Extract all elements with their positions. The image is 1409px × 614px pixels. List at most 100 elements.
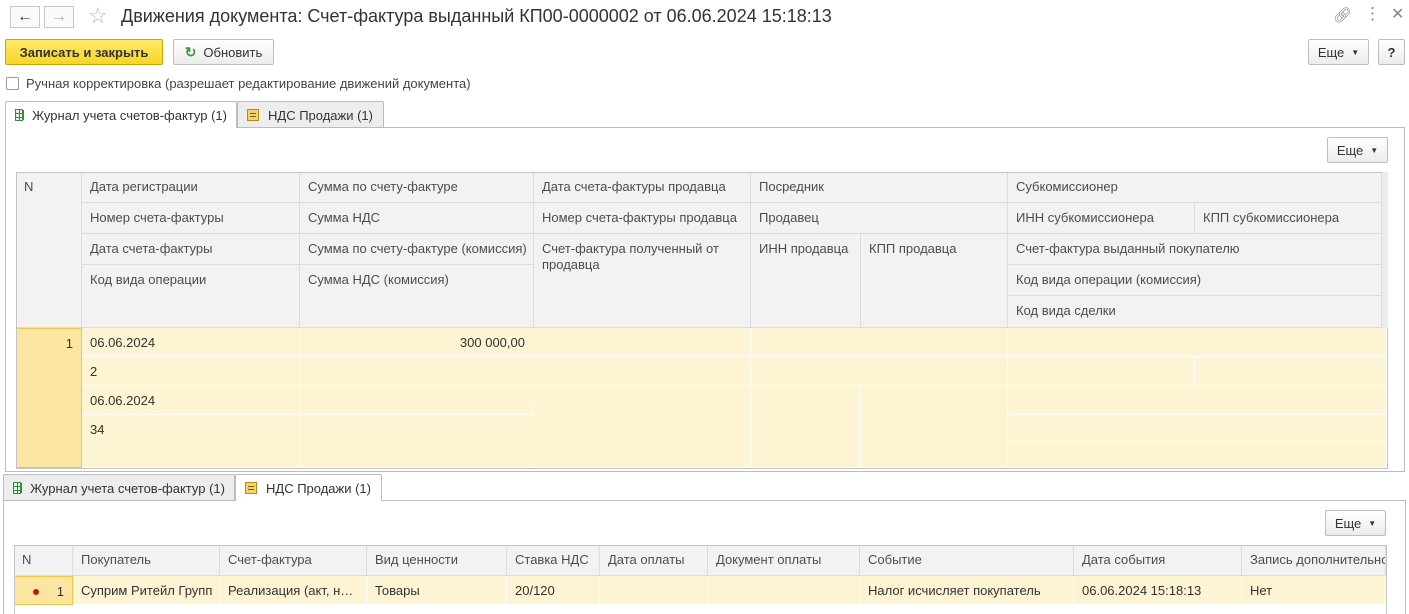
tab-journal-label: Журнал учета счетов-фактур (1) [32,107,227,123]
tab-journal[interactable]: Журнал учета счетов-фактур (1) [5,101,237,128]
header-invoice-date[interactable]: Дата счета-фактуры [82,234,300,265]
cell-vat-sum-commission[interactable] [300,415,534,468]
link-icon[interactable]: 🔗︎ [1333,6,1352,24]
header-op-code[interactable]: Код вида операции [82,265,300,328]
manual-correction-checkbox[interactable] [6,77,19,90]
cell-invoice[interactable]: Реализация (акт, н… [220,576,367,605]
header-pay-doc[interactable]: Документ оплаты [708,545,860,576]
close-icon[interactable]: ✕ [1391,4,1404,24]
register-icon [247,109,259,121]
tab-vat-sales[interactable]: НДС Продажи (1) [237,101,384,128]
tab-journal-lower[interactable]: Журнал учета счетов-фактур (1) [3,474,235,501]
cell-invoice-sum[interactable]: 300 000,00 [300,328,534,357]
header-n[interactable]: N [16,172,82,328]
cell-value-type[interactable]: Товары [367,576,507,605]
cell-event[interactable]: Налог исчисляет покупатель [860,576,1074,605]
header-invoice-issued-buyer[interactable]: Счет-фактура выданный покупателю [1008,234,1382,265]
header-vat-rate[interactable]: Ставка НДС [507,545,600,576]
chevron-down-icon: ▼ [1368,518,1377,528]
vat-sales-more-button[interactable]: Еще ▼ [1325,510,1386,536]
scrollbar[interactable] [1382,172,1388,328]
cell-seller[interactable] [751,357,1008,386]
tab-vat-sales-label: НДС Продажи (1) [268,107,373,123]
manual-correction-label: Ручная корректировка (разрешает редактир… [26,76,471,91]
header-op-code-commission[interactable]: Код вида операции (комиссия) [1008,265,1382,296]
journal-more-label: Еще [1336,142,1364,158]
header-seller-inn[interactable]: ИНН продавца [751,234,861,328]
record-dot-icon [32,588,39,595]
cell-vat-rate[interactable]: 20/120 [507,576,600,605]
cell-vat-sum[interactable] [300,357,534,386]
window-title: Движения документа: Счет-фактура выданны… [121,6,832,26]
header-invoice-sum[interactable]: Сумма по счету-фактуре [300,172,534,203]
journal-more-button[interactable]: Еще ▼ [1327,137,1388,163]
header-subcommissioner-inn[interactable]: ИНН субкомиссионера [1008,203,1195,234]
back-button[interactable]: ← [10,6,40,28]
cell-invoice-sum-commission[interactable] [300,386,534,415]
header-pay-date[interactable]: Дата оплаты [600,545,708,576]
header-seller-invoice-date[interactable]: Дата счета-фактуры продавца [534,172,751,203]
header-seller[interactable]: Продавец [751,203,1008,234]
header-event[interactable]: Событие [860,545,1074,576]
cell-subcommissioner[interactable] [1008,328,1387,357]
header-value-type[interactable]: Вид ценности [367,545,507,576]
cell-pay-doc[interactable] [708,576,860,605]
header-seller-kpp[interactable]: КПП продавца [861,234,1008,328]
cell-additional[interactable]: Нет [1242,576,1386,605]
cell-pay-date[interactable] [600,576,708,605]
cell-deal-code[interactable] [1008,442,1387,468]
header-seller-invoice-number[interactable]: Номер счета-фактуры продавца [534,203,751,234]
help-button[interactable]: ? [1378,39,1405,65]
table-icon [13,482,22,494]
write-and-close-button[interactable]: Записать и закрыть [5,39,163,65]
header-invoice-number[interactable]: Номер счета-фактуры [82,203,300,234]
cell-buyer[interactable]: Суприм Ритейл Групп [73,576,220,605]
cell-n[interactable]: 1 [16,328,82,468]
more-vertical-icon[interactable]: ⋮ [1364,4,1381,24]
cell-n-value: 1 [56,584,64,599]
header-invoice[interactable]: Счет-фактура [220,545,367,576]
header-reg-date[interactable]: Дата регистрации [82,172,300,203]
header-deal-code[interactable]: Код вида сделки [1008,296,1382,328]
refresh-label: Обновить [203,44,263,60]
cell-invoice-date[interactable]: 06.06.2024 [82,386,300,415]
cell-seller-invoice-number[interactable] [534,357,751,386]
header-invoice-received[interactable]: Счет-фактура полученный от продавца [534,234,751,328]
tab-vat-sales-lower-label: НДС Продажи (1) [266,480,371,496]
cell-op-code-commission[interactable] [1008,415,1387,442]
arrow-left-icon: ← [17,8,33,25]
tab-vat-sales-lower[interactable]: НДС Продажи (1) [235,474,382,501]
cell-subcommissioner-inn[interactable] [1008,357,1195,386]
header-vat-sum[interactable]: Сумма НДС [300,203,534,234]
table-icon [15,109,24,121]
cell-invoice-number[interactable]: 2 [82,357,300,386]
cell-n[interactable]: 1 [14,576,73,605]
header-subcommissioner-kpp[interactable]: КПП субкомиссионера [1195,203,1382,234]
cell-subcommissioner-kpp[interactable] [1195,357,1387,386]
cell-op-code[interactable]: 34 [82,415,300,468]
header-vat-sum-commission[interactable]: Сумма НДС (комиссия) [300,265,534,328]
star-icon[interactable]: ☆ [88,3,108,29]
cell-event-date[interactable]: 06.06.2024 15:18:13 [1074,576,1242,605]
cell-seller-kpp[interactable] [861,386,1008,468]
header-subcommissioner[interactable]: Субкомиссионер [1008,172,1382,203]
more-button[interactable]: Еще ▼ [1308,39,1369,65]
header-n[interactable]: N [14,545,73,576]
manual-correction-row[interactable]: Ручная корректировка (разрешает редактир… [6,76,471,91]
cell-invoice-received[interactable] [534,386,751,468]
header-event-date[interactable]: Дата события [1074,545,1242,576]
header-invoice-sum-commission[interactable]: Сумма по счету-фактуре (комиссия) [300,234,534,265]
chevron-down-icon: ▼ [1370,145,1379,155]
arrow-right-icon: → [51,8,67,25]
cell-reg-date[interactable]: 06.06.2024 [82,328,300,357]
cell-seller-inn[interactable] [751,386,861,468]
header-intermediary[interactable]: Посредник [751,172,1008,203]
cell-invoice-issued-buyer[interactable] [1008,386,1387,415]
header-buyer[interactable]: Покупатель [73,545,220,576]
cell-seller-invoice-date[interactable] [534,328,751,357]
refresh-button[interactable]: ↻ Обновить [173,39,274,65]
cell-intermediary[interactable] [751,328,1008,357]
header-additional[interactable]: Запись дополнительно [1242,545,1386,576]
more-label: Еще [1317,44,1345,60]
forward-button[interactable]: → [44,6,74,28]
